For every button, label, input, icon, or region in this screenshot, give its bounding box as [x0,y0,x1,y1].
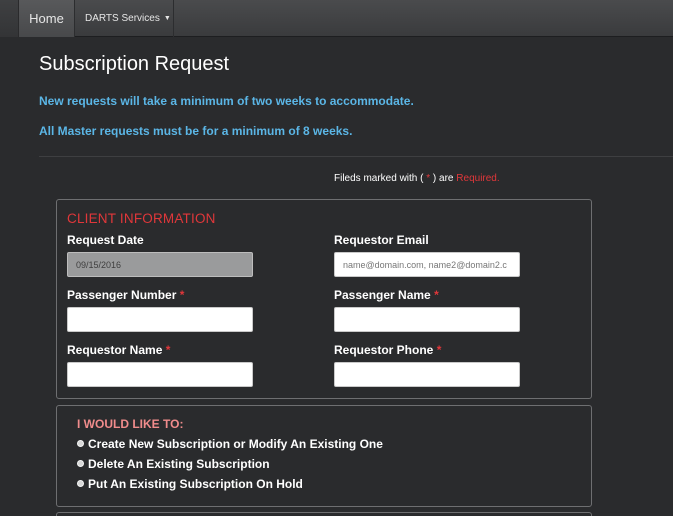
requestor-phone-label: Requestor Phone * [334,343,441,357]
nav-services-label: DARTS Services [85,13,160,24]
client-information-legend: CLIENT INFORMATION [67,211,216,226]
option-hold-label: Put An Existing Subscription On Hold [88,477,303,491]
passenger-name-field[interactable] [334,307,520,332]
required-note-word: Required. [456,173,500,184]
next-section-panel [56,512,592,516]
option-delete[interactable]: Delete An Existing Subscription [77,457,270,471]
requestor-name-field[interactable] [67,362,253,387]
notice-eight-weeks: All Master requests must be for a minimu… [39,124,353,138]
top-navbar: Home DARTS Services ▼ [0,0,673,37]
requestor-email-label: Requestor Email [334,233,429,247]
radio-button-icon[interactable] [77,440,84,447]
radio-button-icon[interactable] [77,460,84,467]
passenger-number-label: Passenger Number * [67,288,184,302]
requestor-name-label-text: Requestor Name [67,343,163,357]
required-fields-note: Fileds marked with ( * ) are Required. [334,173,500,184]
passenger-number-required-star: * [179,288,185,302]
header-divider [39,156,673,157]
required-note-prefix: Fileds marked with ( [334,173,427,184]
option-hold[interactable]: Put An Existing Subscription On Hold [77,477,303,491]
requestor-phone-field[interactable] [334,362,520,387]
requestor-name-label: Requestor Name * [67,343,170,357]
request-type-legend: I WOULD LIKE TO: [77,417,184,431]
notice-two-weeks: New requests will take a minimum of two … [39,94,414,108]
passenger-name-label-text: Passenger Name [334,288,431,302]
chevron-down-icon: ▼ [163,15,171,22]
requestor-name-required-star: * [165,343,171,357]
option-delete-label: Delete An Existing Subscription [88,457,270,471]
option-create-modify[interactable]: Create New Subscription or Modify An Exi… [77,437,383,451]
passenger-name-required-star: * [434,288,439,302]
radio-button-icon[interactable] [77,480,84,487]
nav-home-link[interactable]: Home [19,0,75,37]
navbar-edge [0,0,19,37]
requestor-phone-required-star: * [436,343,442,357]
passenger-number-field[interactable] [67,307,253,332]
passenger-name-label: Passenger Name * [334,288,439,302]
passenger-number-label-text: Passenger Number [67,288,177,302]
requestor-phone-label-text: Requestor Phone [334,343,434,357]
option-create-modify-label: Create New Subscription or Modify An Exi… [88,437,383,451]
request-date-label: Request Date [67,233,144,247]
page-title: Subscription Request [39,53,230,75]
nav-services-dropdown[interactable]: DARTS Services ▼ [76,0,174,37]
requestor-email-field[interactable] [334,252,520,277]
request-date-field [67,252,253,277]
required-note-middle: ) are [430,173,457,184]
